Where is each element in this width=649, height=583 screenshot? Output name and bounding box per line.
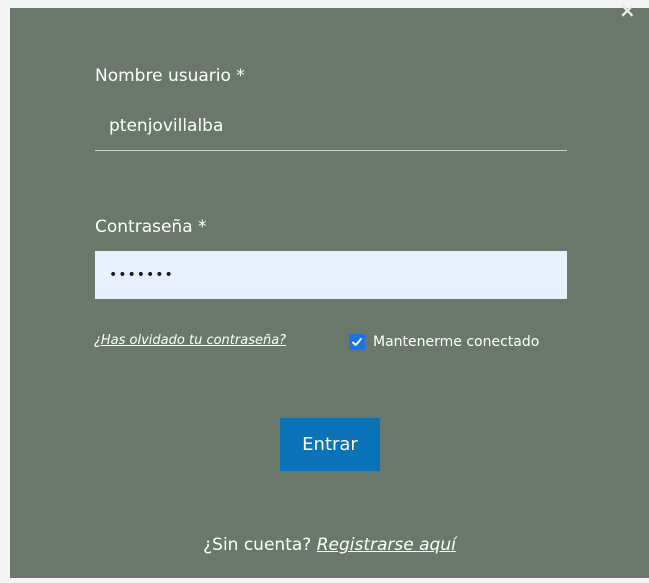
password-value: ••••••• <box>109 267 174 283</box>
username-label: Nombre usuario * <box>95 66 245 86</box>
login-modal: × Nombre usuario * ptenjovillalba Contra… <box>10 0 649 578</box>
password-label: Contraseña * <box>95 217 207 237</box>
submit-button[interactable]: Entrar <box>280 418 380 471</box>
signup-prompt: ¿Sin cuenta? <box>203 535 312 555</box>
remember-me[interactable]: Mantenerme conectado <box>349 334 539 350</box>
page-background-bottom <box>0 578 649 583</box>
signup-link[interactable]: Registrarse aquí <box>317 535 456 555</box>
username-field[interactable]: ptenjovillalba <box>109 116 223 136</box>
remember-me-checkbox[interactable] <box>349 334 365 350</box>
signup-line: ¿Sin cuenta? Registrarse aquí <box>10 535 649 555</box>
username-underline <box>95 150 567 151</box>
password-field[interactable]: ••••••• <box>95 251 567 299</box>
checkmark-icon <box>352 338 362 346</box>
page-background-top <box>0 0 649 8</box>
close-icon[interactable]: × <box>619 0 636 20</box>
page-background-left <box>0 0 10 583</box>
remember-me-label: Mantenerme conectado <box>373 334 540 350</box>
forgot-password-link[interactable]: ¿Has olvidado tu contraseña? <box>94 333 286 348</box>
